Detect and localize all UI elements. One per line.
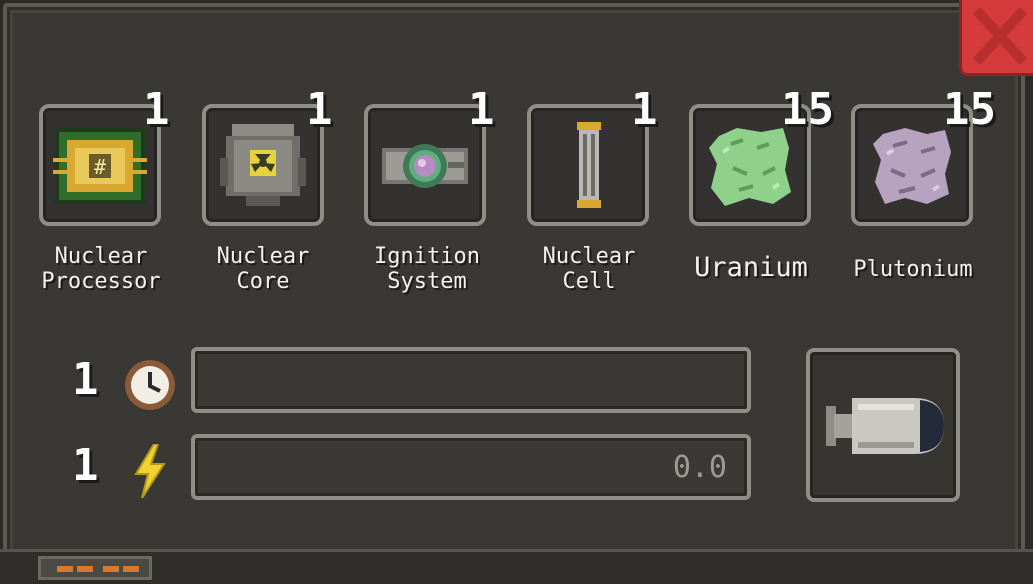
item-label: Uranium <box>694 252 808 283</box>
item-label: Nuclear Core <box>216 244 310 294</box>
item-count: 15 <box>943 84 996 135</box>
item-count: 15 <box>781 84 834 135</box>
bottom-strip <box>0 549 1033 584</box>
time-progress-bar <box>191 347 751 413</box>
svg-text:#: # <box>94 155 106 179</box>
lightning-icon <box>134 444 166 498</box>
panel-handle[interactable] <box>38 556 152 580</box>
item-label: Ignition System <box>374 244 480 294</box>
item-count: 1 <box>143 84 170 135</box>
item-count: 1 <box>631 84 658 135</box>
item-count: 1 <box>306 84 333 135</box>
item-label: Nuclear Processor <box>41 244 161 294</box>
ignition-system-icon <box>382 144 468 188</box>
item-label: Nuclear Cell <box>542 244 636 294</box>
nuclear-cell-icon <box>577 122 601 208</box>
close-icon <box>974 8 1026 64</box>
energy-progress-bar: 0.0 <box>191 434 751 500</box>
nuclear-processor-icon: # <box>53 128 147 204</box>
item-label: Plutonium <box>853 257 973 282</box>
close-button[interactable] <box>959 0 1033 76</box>
nuclear-core-icon <box>220 124 306 206</box>
clock-icon <box>125 360 175 410</box>
energy-count: 1 <box>72 440 99 491</box>
output-slot[interactable] <box>806 348 960 502</box>
nuclear-bomb-icon <box>826 398 944 454</box>
item-count: 1 <box>468 84 495 135</box>
time-count: 1 <box>72 354 99 405</box>
energy-value: 0.0 <box>672 450 727 485</box>
